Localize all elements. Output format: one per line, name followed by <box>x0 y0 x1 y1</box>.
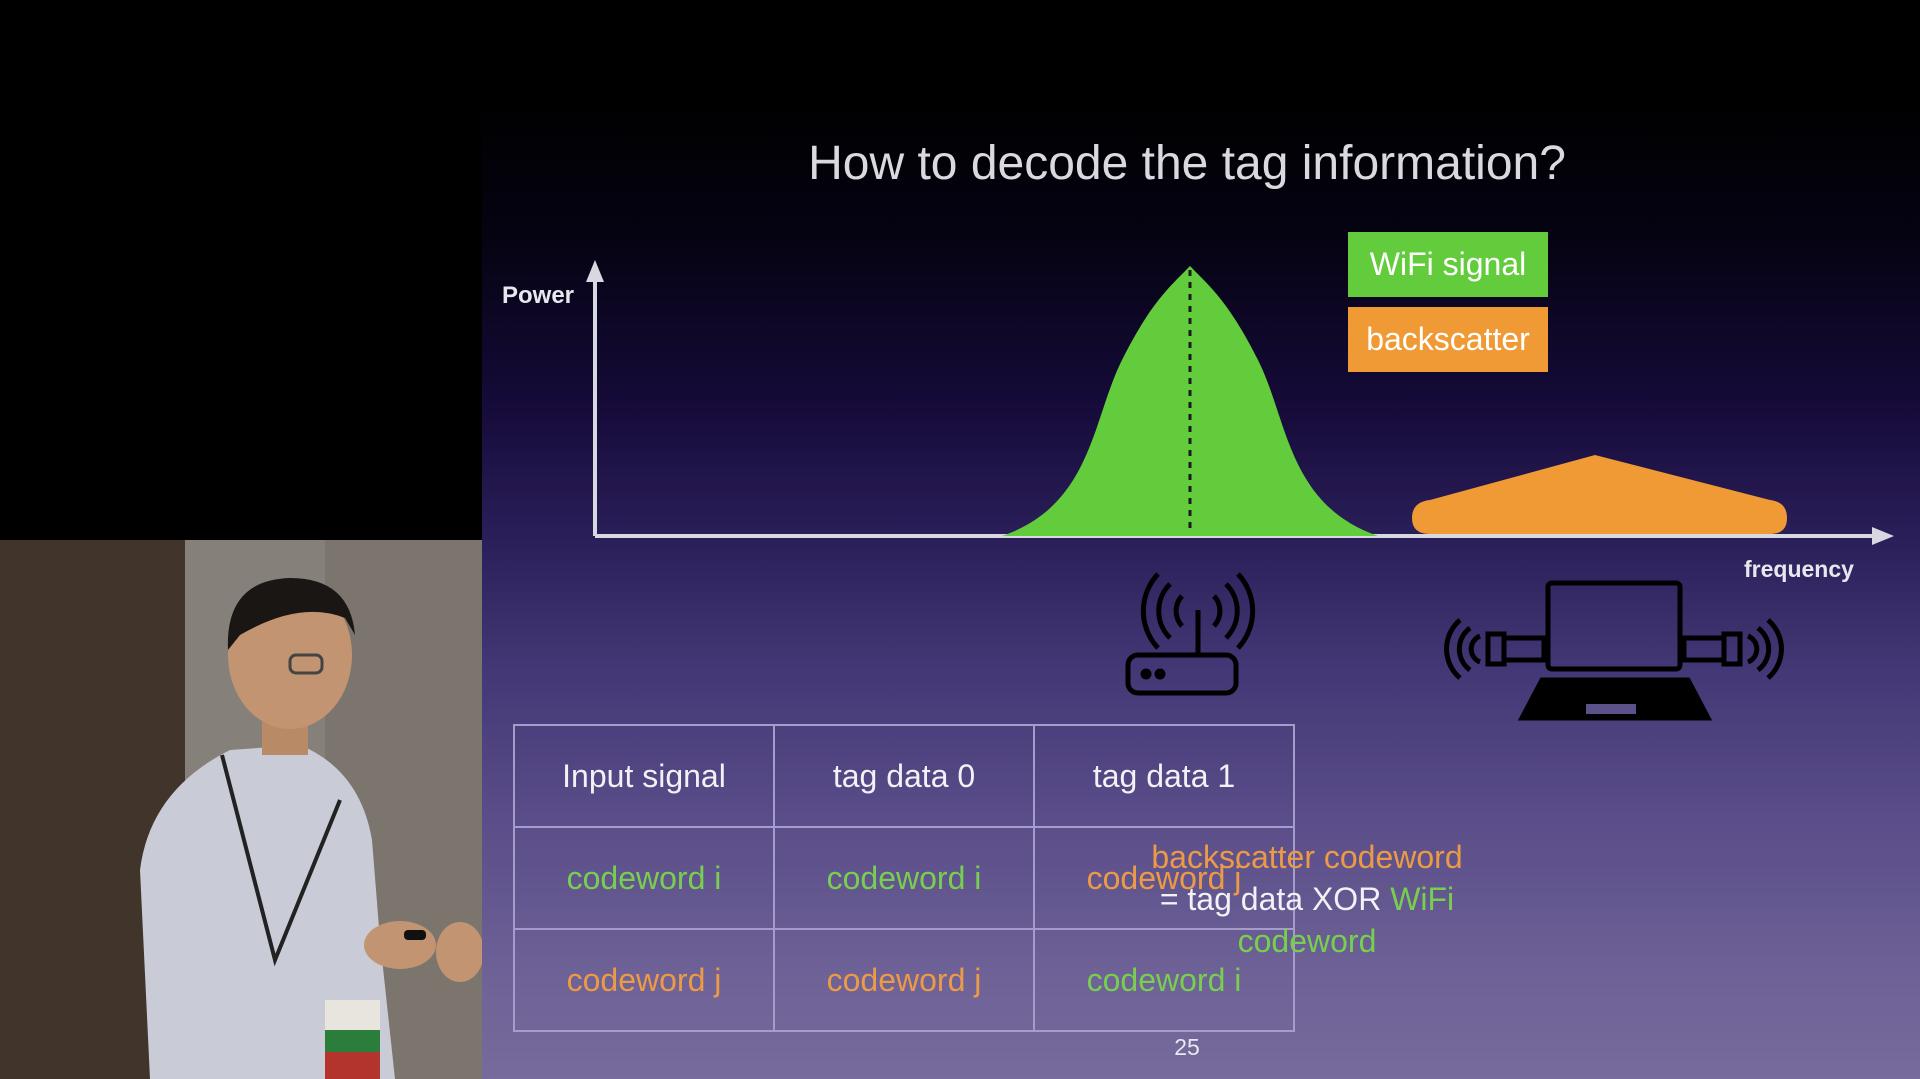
presenter-image <box>0 540 482 1079</box>
presenter-hand <box>364 921 436 969</box>
table-header-tag-data-0: tag data 0 <box>773 724 1035 828</box>
table-cell: codeword j <box>513 928 775 1032</box>
table-header-input-signal: Input signal <box>513 724 775 828</box>
table-cell: codeword i <box>513 826 775 930</box>
router-led-2 <box>1154 668 1166 680</box>
usb-tag-left-end <box>1485 631 1507 667</box>
badge-stripe-red <box>325 1052 380 1079</box>
y-axis-arrow <box>586 260 604 282</box>
legend-wifi-signal: WiFi signal <box>1348 232 1548 297</box>
tag-wave-right-2 <box>1756 625 1772 673</box>
presentation-slide: How to decode the tag information? Power… <box>482 0 1920 1079</box>
slide-page-number: 25 <box>1174 1034 1200 1060</box>
usb-tag-left <box>1501 635 1547 663</box>
x-axis-label: frequency <box>1744 556 1854 582</box>
formula-line-2: = tag data XOR WiFi codeword <box>1122 878 1492 962</box>
router-wave-left-3 <box>1140 572 1160 650</box>
laptop-with-backscatter-tags-icon <box>1444 580 1784 721</box>
video-frame: How to decode the tag information? Power… <box>0 0 1920 1079</box>
table-cell: codeword i <box>773 826 1035 930</box>
presenter-hand-2 <box>436 922 482 982</box>
formula-line-1: backscatter codeword <box>1151 839 1463 875</box>
clicker <box>404 930 426 940</box>
router-wave-right-1 <box>1212 594 1223 628</box>
usb-tag-right-end <box>1721 631 1743 667</box>
tag-wave-left-1 <box>1468 633 1482 665</box>
y-axis-label: Power <box>502 282 575 309</box>
decoding-formula: backscatter codeword = tag data XOR WiFi… <box>1122 836 1492 962</box>
laptop-trackpad <box>1586 704 1636 714</box>
formula-prefix: = tag data XOR <box>1159 881 1391 917</box>
router-wave-right-2 <box>1224 582 1240 640</box>
badge-stripe-green <box>325 1030 380 1052</box>
table-cell: codeword j <box>773 928 1035 1032</box>
legend-backscatter: backscatter <box>1348 307 1548 372</box>
router-wave-left-1 <box>1173 594 1184 628</box>
tag-wave-right-1 <box>1746 633 1760 665</box>
wifi-router-icon <box>1125 572 1256 696</box>
table-header-tag-data-1: tag data 1 <box>1033 724 1295 828</box>
x-axis-arrow <box>1872 527 1894 545</box>
table-header-row: Input signal tag data 0 tag data 1 <box>513 724 1295 828</box>
backscatter-signal-curve <box>1412 455 1787 534</box>
router-wave-right-3 <box>1236 572 1256 650</box>
presenter-video <box>0 540 482 1079</box>
laptop-screen <box>1545 580 1683 672</box>
router-led <box>1140 668 1152 680</box>
usb-tag-right <box>1681 635 1727 663</box>
tag-wave-left-2 <box>1456 625 1472 673</box>
router-wave-left-2 <box>1156 582 1172 640</box>
